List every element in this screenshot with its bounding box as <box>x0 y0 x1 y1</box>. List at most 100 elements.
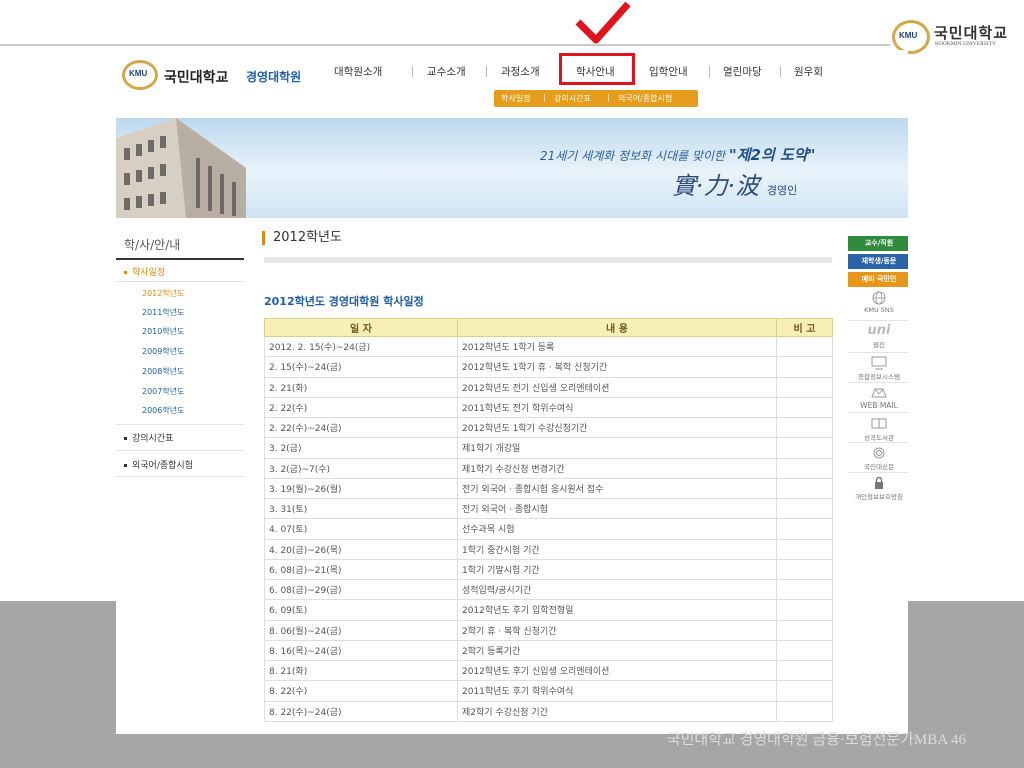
subnav-item-exams[interactable]: 외국어/종합시험 <box>618 93 672 104</box>
table-header-row: 일 자 내 용 비 고 <box>264 318 833 337</box>
cell-date: 2. 22(수)~24(금) <box>264 416 458 439</box>
cell-content: 2012학년도 1학기 등록 <box>457 335 777 358</box>
website-screenshot: KMU 국민대학교 경영대학원 대학원소개 교수소개 과정소개 학사안내 입학안… <box>116 50 908 734</box>
table-row: 2012. 2. 15(수)~24(금) 2012학년도 1학기 등록 <box>264 335 833 358</box>
cell-date: 8. 22(수)~24(금) <box>264 700 458 722</box>
quick-link-webzine[interactable]: uni 웹진 <box>844 324 908 350</box>
table-row: 3. 2(금)~7(수) 제1학기 수강신청 변경기간 <box>264 457 833 479</box>
quick-divider <box>848 412 908 413</box>
table-body: 2012. 2. 15(수)~24(금) 2012학년도 1학기 등록 2. 15(… <box>264 335 833 722</box>
lnb-year-2006[interactable]: 2006학년도 <box>142 405 184 416</box>
lnb-divider <box>116 450 244 451</box>
table-row: 6. 08(금)~29(금) 성적입력/공시기간 <box>264 578 833 601</box>
lock-icon <box>875 476 883 489</box>
gnb-separator <box>486 66 487 77</box>
quick-link-privacy[interactable]: 개인정보보호방침 <box>844 476 908 501</box>
cell-date: 8. 21(화) <box>264 659 458 682</box>
cell-note <box>776 335 833 358</box>
lnb-title: 학/사/안/내 <box>124 238 181 252</box>
cell-content: 2012학년도 후기 입학전형일 <box>457 599 777 621</box>
lnb-divider <box>116 476 244 477</box>
gnb-item-admission[interactable]: 입학안내 <box>649 64 688 79</box>
subnav-separator: | <box>543 93 546 102</box>
lnb-divider <box>116 281 244 282</box>
gnb-active-highlight <box>559 53 635 85</box>
cell-note <box>776 578 833 601</box>
quick-divider <box>848 472 908 473</box>
gnb-item-faculty[interactable]: 교수소개 <box>427 64 466 79</box>
banner-motto: 實·力·波 경영인 <box>672 172 798 200</box>
site-logo[interactable]: KMU 국민대학교 경영대학원 <box>122 58 312 94</box>
quick-link-portal[interactable]: 종합정보시스템 <box>844 356 908 381</box>
hero-banner: 21세기 세계화 정보화 시대를 맞이한 "제2의 도약" 實·力·波 경영인 <box>116 118 908 218</box>
cell-content: 제2학기 수강신청 기간 <box>457 700 777 722</box>
cell-date: 2. 22(수) <box>264 396 458 419</box>
subnav-item-timetable[interactable]: 강의시간표 <box>554 93 591 104</box>
table-row: 4. 07(토) 선수과목 시험 <box>264 518 833 540</box>
globe-icon <box>872 291 886 305</box>
quick-link-newspaper[interactable]: 국민대신문 <box>844 446 908 471</box>
lnb-year-2009[interactable]: 2009학년도 <box>142 346 184 357</box>
lnb-year-2007[interactable]: 2007학년도 <box>142 386 184 397</box>
cell-note <box>776 619 833 641</box>
schedule-table: 일 자 내 용 비 고 2012. 2. 15(수)~24(금) 2012학년도 … <box>264 318 833 722</box>
cell-note <box>776 416 833 439</box>
table-row: 8. 06(월)~24(금) 2학기 휴 · 복학 신청기간 <box>264 619 833 641</box>
cell-note <box>776 396 833 419</box>
table-row: 2. 22(수) 2011학년도 전기 학위수여식 <box>264 396 833 419</box>
cell-note <box>776 477 833 500</box>
cell-note <box>776 356 833 378</box>
cell-content: 1학기 중간시험 기간 <box>457 538 777 560</box>
lnb-year-2012[interactable]: 2012학년도 <box>142 288 184 299</box>
lnb-item-exams[interactable]: 외국어/종합시험 <box>124 458 193 471</box>
cell-note <box>776 538 833 560</box>
quick-divider <box>848 352 908 353</box>
table-row: 6. 09(토) 2012학년도 후기 입학전형일 <box>264 599 833 621</box>
table-row: 2. 15(수)~24(금) 2012학년도 1학기 휴 · 복학 신청기간 <box>264 356 833 378</box>
red-checkmark-icon <box>575 1 631 44</box>
cell-date: 4. 20(금)~26(목) <box>264 538 458 560</box>
cell-date: 6. 08(금)~21(목) <box>264 558 458 581</box>
site-logo-university: 국민대학교 <box>164 70 229 86</box>
header-date: 일 자 <box>264 318 458 337</box>
gnb-item-community[interactable]: 열린마당 <box>723 64 762 79</box>
lnb-item-timetable[interactable]: 강의시간표 <box>124 431 173 444</box>
gnb-item-about[interactable]: 대학원소개 <box>334 64 382 79</box>
page-title: 2012학년도 <box>262 231 342 245</box>
table-row: 2. 21(화) 2012학년도 전기 신입생 오리엔테이션 <box>264 376 833 398</box>
quick-link-webmail[interactable]: WEB MAIL <box>844 386 908 410</box>
gnb-separator <box>709 66 710 77</box>
lnb-year-2010[interactable]: 2010학년도 <box>142 326 184 337</box>
subnav-separator: | <box>607 93 610 102</box>
lnb-divider <box>116 258 244 260</box>
quick-link-library[interactable]: 성곡도서관 <box>844 417 908 442</box>
quick-faculty-button[interactable]: 교수/직원 <box>848 236 908 251</box>
lnb-divider <box>116 424 244 425</box>
cell-content: 2011학년도 후기 학위수여식 <box>457 680 777 702</box>
cell-content: 선수과목 시험 <box>457 518 777 540</box>
corner-university-logo: KMU 국민대학교 KOOKMIN UNIVERSITY <box>890 16 1018 56</box>
banner-slogan: 21세기 세계화 정보화 시대를 맞이한 "제2의 도약" <box>540 146 816 164</box>
cell-content: 전기 외국어 · 종합시험 응시원서 접수 <box>457 477 777 500</box>
gnb-item-alumni[interactable]: 원우회 <box>794 64 823 79</box>
lnb-year-2011[interactable]: 2011학년도 <box>142 307 184 318</box>
cell-content: 제1학기 수강신청 변경기간 <box>457 457 777 479</box>
lnb-year-2008[interactable]: 2008학년도 <box>142 366 184 377</box>
cell-note <box>776 558 833 581</box>
cell-content: 2012학년도 전기 신입생 오리엔테이션 <box>457 376 777 398</box>
quick-divider <box>848 382 908 383</box>
cell-content: 2학기 휴 · 복학 신청기간 <box>457 619 777 641</box>
table-row: 2. 22(수)~24(금) 2012학년도 1학기 수강신청기간 <box>264 416 833 439</box>
quick-prospective-button[interactable]: 예비 국민인 <box>848 272 908 287</box>
table-row: 4. 20(금)~26(목) 1학기 중간시험 기간 <box>264 538 833 560</box>
table-row: 8. 22(수)~24(금) 제2학기 수강신청 기간 <box>264 700 833 722</box>
quick-link-sns[interactable]: KMU SNS <box>844 291 908 314</box>
cell-content: 2012학년도 1학기 휴 · 복학 신청기간 <box>457 356 777 378</box>
quick-divider <box>848 320 908 321</box>
gnb-item-programs[interactable]: 과정소개 <box>501 64 540 79</box>
lnb-item-schedule[interactable]: 학사일정 <box>124 265 165 278</box>
sub-nav: 학사일정 | 강의시간표 | 외국어/종합시험 <box>494 90 698 107</box>
subnav-item-schedule[interactable]: 학사일정 <box>501 93 530 104</box>
quick-students-button[interactable]: 재학생/동문 <box>848 254 908 269</box>
newspaper-icon <box>873 447 885 459</box>
